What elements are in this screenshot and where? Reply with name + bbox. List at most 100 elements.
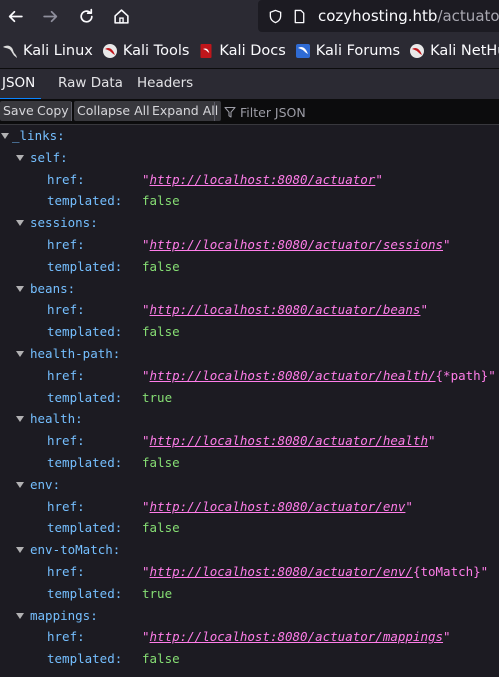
json-key: sessions: [30,215,98,230]
bookmark-label: Kali Docs [219,43,286,59]
page-icon[interactable] [290,7,308,25]
expand-toggle-icon[interactable] [1,133,9,139]
toolbar-divider [214,102,215,121]
expand-toggle-icon[interactable] [16,220,24,226]
tab-json[interactable]: JSON [0,69,42,100]
expand-toggle-icon[interactable] [16,547,24,553]
json-key: self: [30,150,68,165]
json-key: href: [47,172,85,187]
tracking-protection-icon[interactable] [266,7,284,25]
json-key: health: [30,411,83,426]
tab-headers[interactable]: Headers [137,69,193,98]
collapse-all-button[interactable]: Collapse All [74,101,153,121]
href-link[interactable]: http://localhost:8080/actuator/env/ [150,564,413,579]
expand-toggle-icon[interactable] [16,155,24,161]
json-boolean-value: false [142,259,180,274]
home-icon [113,8,129,24]
bookmarks-toolbar: Kali Linux Kali Tools Kali Docs Kali For… [0,39,499,63]
bookmark-kali-linux[interactable]: Kali Linux [2,43,93,59]
json-string-value: "http://localhost:8080/actuator/beans" [142,302,428,317]
href-link[interactable]: http://localhost:8080/actuator/health/ [150,368,436,383]
bookmark-label: Kali Tools [122,43,190,59]
json-string-value: "http://localhost:8080/actuator/env" [142,499,413,514]
json-boolean-value: false [142,520,180,535]
json-key: templated: [47,586,123,601]
kali-docs-icon [200,44,212,58]
href-link[interactable]: http://localhost:8080/actuator/health [150,433,428,448]
json-boolean-value: false [142,651,180,666]
bookmark-label: Kali NetHunter [430,43,499,59]
json-key: env-toMatch: [30,542,121,557]
json-toolbar: Save Copy Collapse All Expand All Filter… [0,99,499,125]
json-string-value: "http://localhost:8080/actuator/env/{toM… [142,564,489,579]
json-string-value: "http://localhost:8080/actuator/mappings… [142,629,451,644]
kali-forums-icon [295,44,310,58]
json-key: templated: [47,520,123,535]
expand-toggle-icon[interactable] [16,351,24,357]
json-viewer-tabs: JSON Raw Data Headers [0,68,499,100]
json-key: href: [47,564,85,579]
href-suffix: {*path} [435,368,489,383]
kali-tools-icon [102,44,117,58]
bookmark-kali-docs[interactable]: Kali Docs [198,43,286,59]
reload-icon [79,8,93,23]
href-link[interactable]: http://localhost:8080/actuator/mappings [150,629,444,644]
json-key: templated: [47,455,123,470]
json-key: href: [47,499,85,514]
json-key: templated: [47,193,123,208]
json-key: health-path: [30,346,121,361]
json-key: _links: [12,128,65,143]
kali-dragon-icon [3,45,17,58]
url-host: cozyhosting.htb [318,7,438,25]
bookmark-kali-tools[interactable]: Kali Tools [102,43,190,59]
json-key: beans: [30,281,76,296]
json-key: templated: [47,324,123,339]
url-path: /actuator [437,7,499,25]
url-bar[interactable]: cozyhosting.htb/actuator [258,0,499,32]
reload-button[interactable] [73,3,99,29]
href-link[interactable]: http://localhost:8080/actuator/env [150,499,406,514]
href-link[interactable]: http://localhost:8080/actuator [150,172,376,187]
expand-toggle-icon[interactable] [16,286,24,292]
url-text[interactable]: cozyhosting.htb/actuator [318,7,499,25]
expand-all-button[interactable]: Expand All [149,101,222,121]
save-button[interactable]: Save [0,101,37,121]
expand-toggle-icon[interactable] [16,482,24,488]
json-key: templated: [47,651,123,666]
json-boolean-value: false [142,455,180,470]
kali-nethunter-icon [410,44,425,58]
filter-funnel-icon [224,106,236,118]
json-boolean-value: false [142,193,180,208]
filter-placeholder: Filter JSON [240,104,306,120]
json-key: href: [47,368,85,383]
tab-raw-data[interactable]: Raw Data [58,69,123,98]
json-key: env: [30,477,61,492]
forward-button[interactable] [37,3,63,29]
filter-json-input[interactable]: Filter JSON [224,102,306,122]
json-string-value: "http://localhost:8080/actuator" [142,172,383,187]
json-key: href: [47,302,85,317]
toolbar-divider [71,102,72,121]
bookmark-kali-nethunter[interactable]: Kali NetHunter [409,43,499,59]
copy-button[interactable]: Copy [34,101,72,121]
href-link[interactable]: http://localhost:8080/actuator/beans [150,302,421,317]
json-key: href: [47,237,85,252]
navigation-bar: cozyhosting.htb/actuator [0,0,499,32]
json-boolean-value: true [142,390,173,405]
json-string-value: "http://localhost:8080/actuator/sessions… [142,237,451,252]
expand-toggle-icon[interactable] [16,613,24,619]
json-boolean-value: true [142,586,173,601]
href-link[interactable]: http://localhost:8080/actuator/sessions [150,237,444,252]
bookmark-label: Kali Linux [23,43,93,59]
back-button[interactable] [2,3,28,29]
json-key: templated: [47,390,123,405]
bookmark-label: Kali Forums [315,43,401,59]
json-key: href: [47,629,85,644]
json-string-value: "http://localhost:8080/actuator/health" [142,433,436,448]
href-suffix: {toMatch} [412,564,481,579]
forward-arrow-icon [42,10,57,22]
json-string-value: "http://localhost:8080/actuator/health/{… [142,368,496,383]
bookmark-kali-forums[interactable]: Kali Forums [295,43,400,59]
expand-toggle-icon[interactable] [16,416,24,422]
home-button[interactable] [108,3,134,29]
